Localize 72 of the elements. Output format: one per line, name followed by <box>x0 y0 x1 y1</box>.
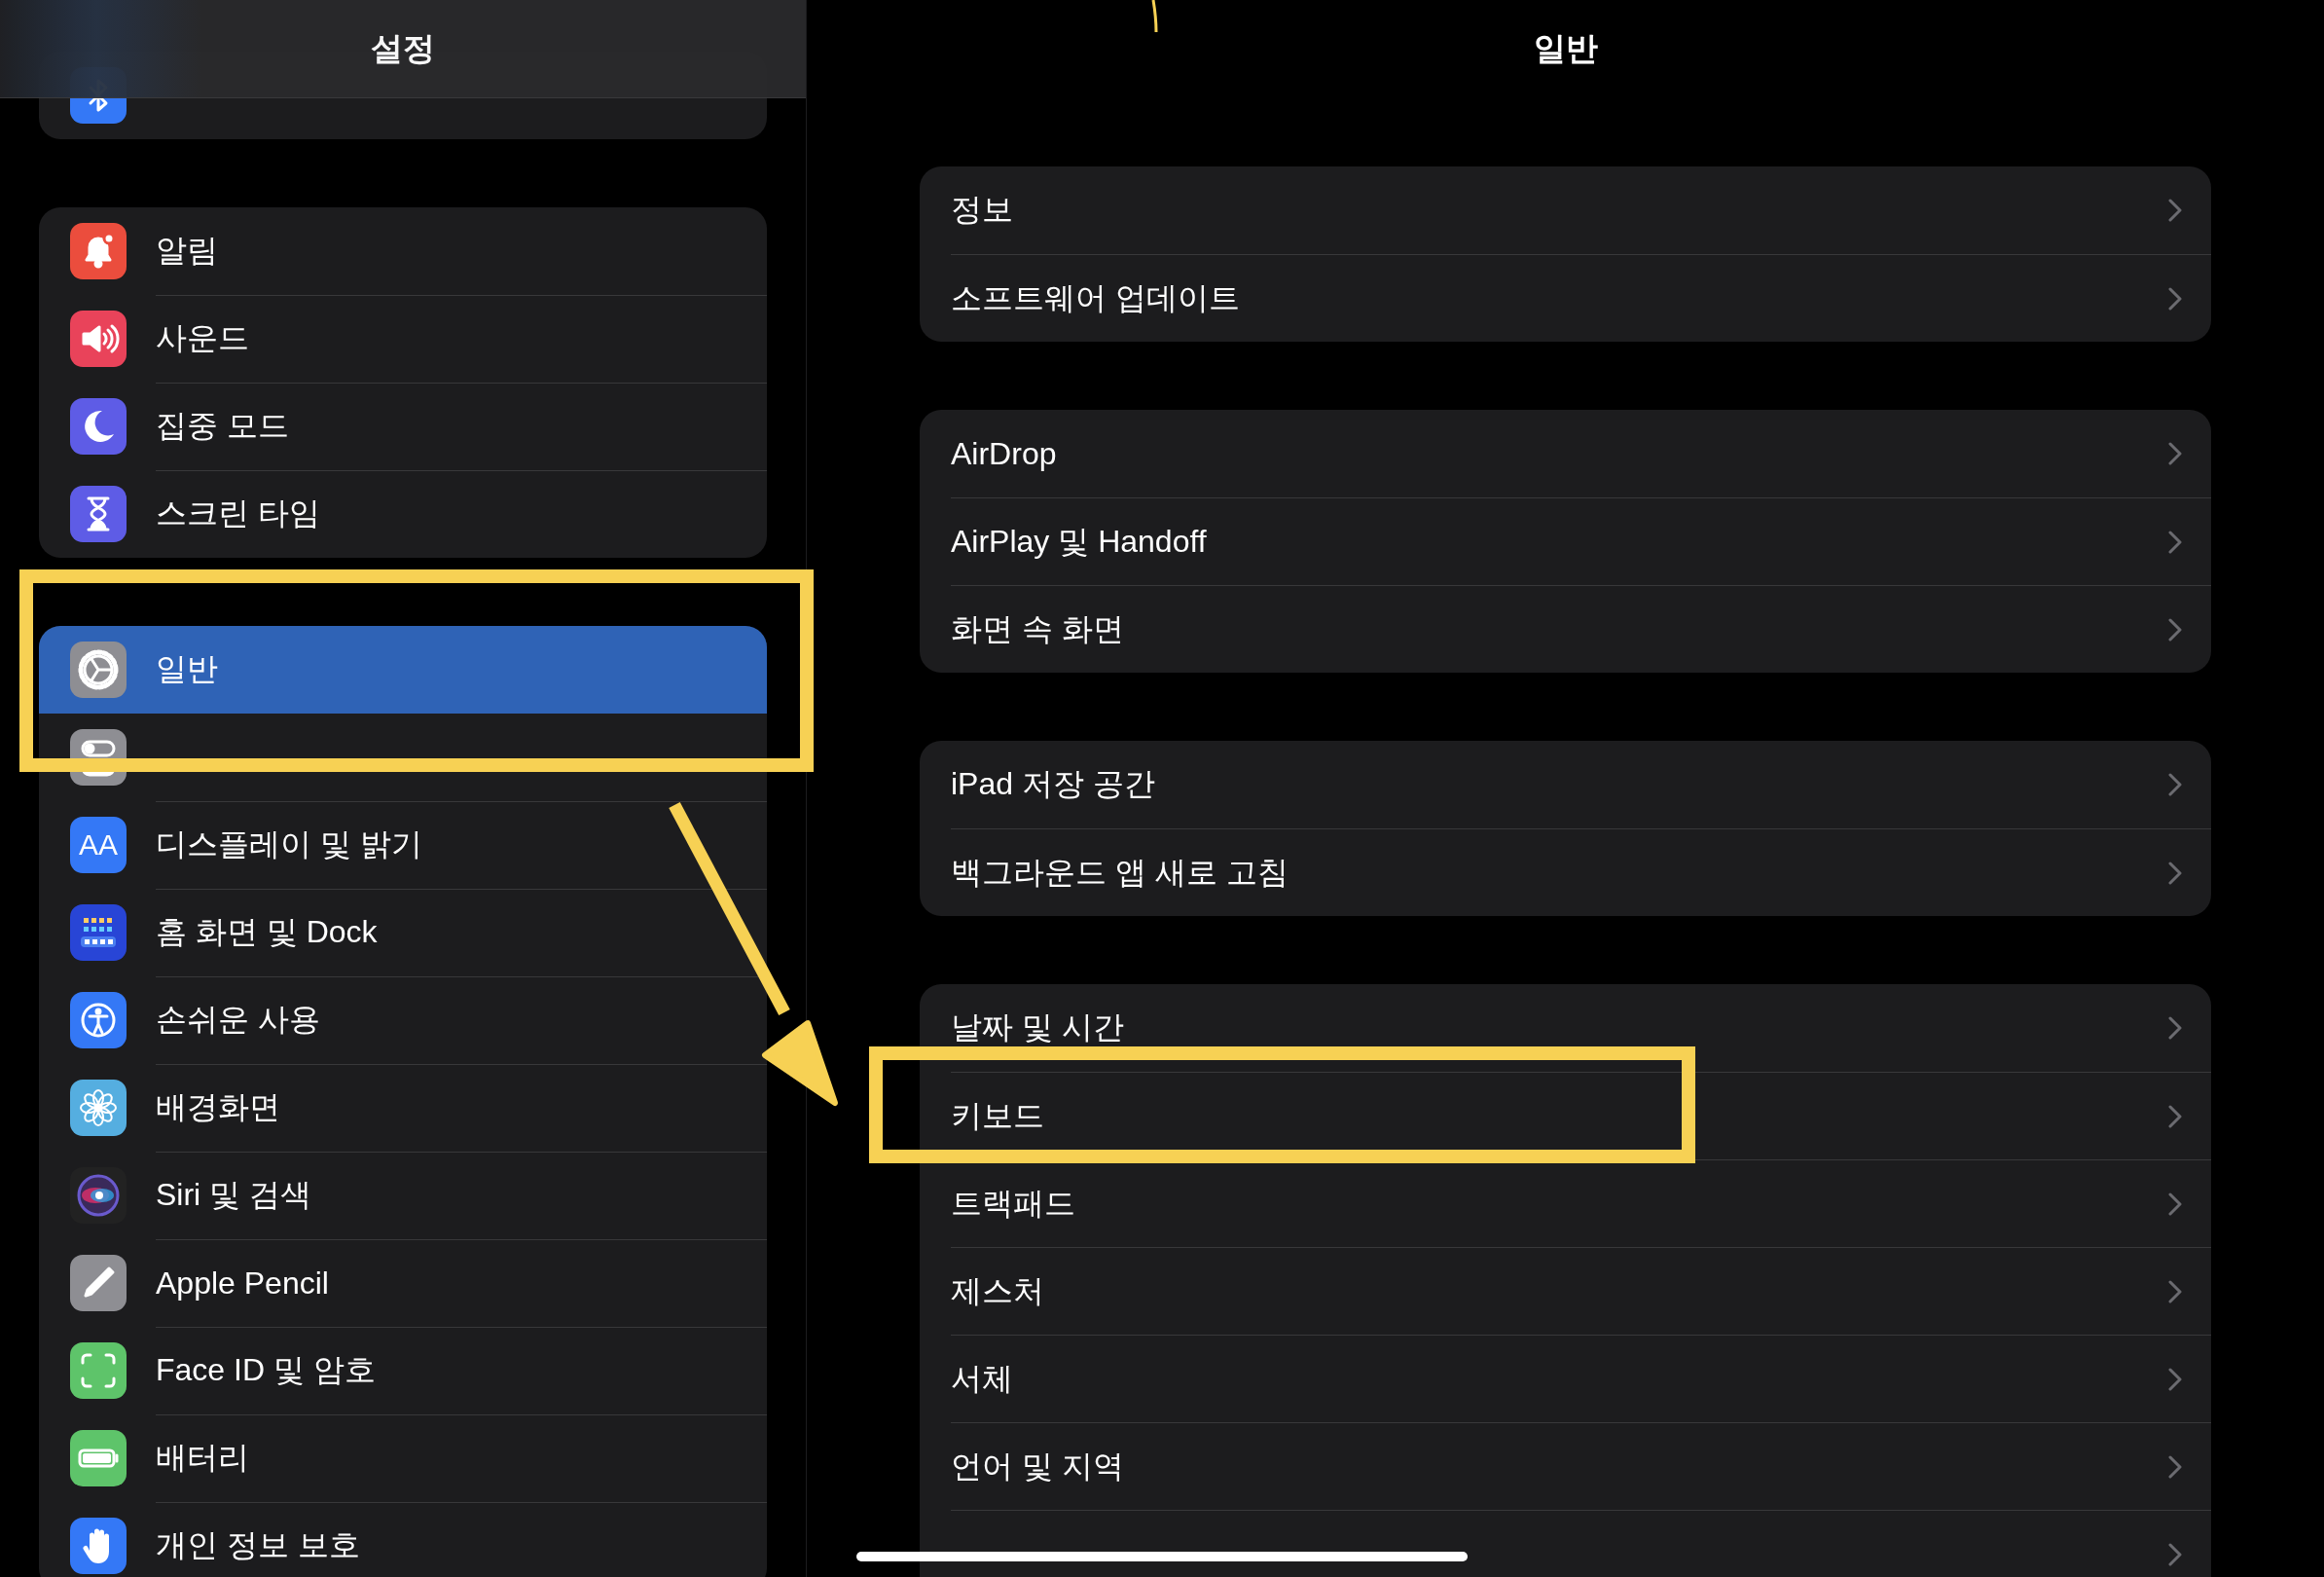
moon-icon <box>70 398 127 455</box>
chevron-icon <box>2168 861 2182 885</box>
chevron-icon <box>2168 199 2182 222</box>
hand-icon <box>70 1518 127 1574</box>
settings-item-label: 일반 <box>156 650 218 688</box>
settings-row[interactable]: 정보 <box>951 189 1013 232</box>
chevron-icon <box>2168 286 2182 311</box>
settings-item[interactable]: 배터리 <box>39 1414 767 1502</box>
settings-row[interactable]: 제스처 <box>951 1269 1044 1313</box>
settings-item-label: 홈 화면 및 Dock <box>156 913 378 951</box>
flower-icon <box>70 1080 127 1136</box>
settings-row[interactable]: 트랙패드 <box>951 1182 1075 1226</box>
chevron-icon <box>2168 1367 2182 1391</box>
page-title: 일반 <box>1533 28 1598 68</box>
gear-icon <box>70 642 127 698</box>
orb-icon <box>70 1167 127 1224</box>
settings-row[interactable]: 날짜 및 시간 <box>951 1007 1124 1049</box>
grid-icon <box>70 904 127 961</box>
speaker-icon <box>70 311 127 367</box>
chevron-icon <box>2168 442 2182 465</box>
settings-item[interactable]: Siri 및 검색 <box>39 1152 767 1239</box>
settings-item[interactable]: 알림 <box>39 207 767 295</box>
sidebar-title: 설정 <box>371 28 435 68</box>
settings-item[interactable]: 스크린 타임 <box>39 470 767 558</box>
chevron-icon <box>2168 1104 2182 1128</box>
settings-item[interactable]: 일반 <box>39 626 767 714</box>
settings-row[interactable]: 백그라운드 앱 새로 고침 <box>951 851 1289 895</box>
battery-icon <box>70 1430 127 1486</box>
settings-row[interactable]: AirPlay 및 Handoff <box>951 520 1207 564</box>
settings-item-label: 집중 모드 <box>156 407 289 445</box>
settings-row[interactable]: 키보드 <box>951 1094 1044 1138</box>
settings-item-label: 디스플레이 및 밝기 <box>156 825 422 863</box>
hourglass-icon <box>70 486 127 542</box>
chevron-icon <box>2168 1542 2182 1566</box>
accessibility-icon <box>70 992 127 1048</box>
settings-row[interactable]: iPad 저장 공간 <box>951 763 1155 806</box>
chevron-icon <box>2168 1279 2182 1303</box>
settings-item[interactable]: 홈 화면 및 Dock <box>39 889 767 976</box>
settings-row[interactable]: 소프트웨어 업데이트 <box>951 276 1240 320</box>
settings-item[interactable]: 사운드 <box>39 295 767 383</box>
settings-item-label: 스크린 타임 <box>156 495 320 532</box>
settings-item-label: Apple Pencil <box>156 1265 329 1302</box>
settings-item-label: 배터리 <box>156 1439 249 1477</box>
settings-item-label: 손쉬운 사용 <box>156 1001 320 1039</box>
settings-item[interactable]: Face ID 및 암호 <box>39 1327 767 1414</box>
settings-item-label: Face ID 및 암호 <box>156 1351 376 1389</box>
chevron-icon <box>2168 1016 2182 1040</box>
chevron-icon <box>2168 1454 2182 1479</box>
chevron-icon <box>2168 530 2182 554</box>
settings-item-label: 배경화면 <box>156 1088 280 1126</box>
chevron-icon <box>2168 1192 2182 1216</box>
settings-row[interactable]: 서체 <box>951 1357 1013 1401</box>
chevron-icon <box>2168 773 2182 796</box>
scan-frame-icon <box>70 1342 127 1399</box>
settings-item[interactable]: 집중 모드 <box>39 383 767 470</box>
settings-row[interactable]: 언어 및 지역 <box>951 1445 1124 1488</box>
settings-item[interactable]: Apple Pencil <box>39 1239 767 1327</box>
settings-item-label: 알림 <box>156 232 218 270</box>
settings-row[interactable]: AirDrop <box>951 435 1057 472</box>
settings-item[interactable]: 배경화면 <box>39 1064 767 1152</box>
settings-item[interactable]: 개인 정보 보호 <box>39 1502 767 1577</box>
settings-item[interactable]: AA 디스플레이 및 밝기 <box>39 801 767 889</box>
settings-item-label: Siri 및 검색 <box>156 1176 311 1214</box>
bell-icon <box>70 223 127 279</box>
settings-row[interactable]: 화면 속 화면 <box>951 607 1124 651</box>
chevron-icon <box>2168 617 2182 642</box>
text-icon: AA <box>70 817 127 873</box>
annotation-line <box>1151 0 1158 32</box>
settings-item-label: 사운드 <box>156 319 249 357</box>
pencil-icon <box>70 1255 127 1311</box>
settings-item[interactable]: 손쉬운 사용 <box>39 976 767 1064</box>
settings-item-label: 개인 정보 보호 <box>156 1526 360 1564</box>
